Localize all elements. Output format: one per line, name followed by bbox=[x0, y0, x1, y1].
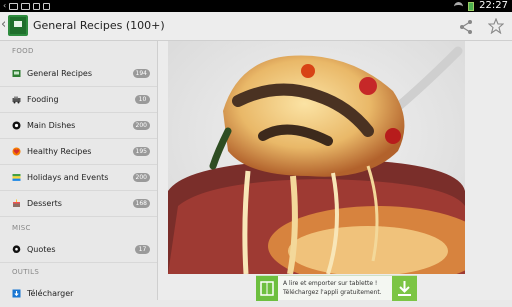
count-badge: 200 bbox=[132, 121, 150, 130]
sidebar-item-label: Healthy Recipes bbox=[27, 147, 92, 156]
section-header-outils: OUTILS bbox=[12, 268, 40, 276]
section-header-misc: MISC bbox=[12, 224, 31, 232]
recipe-photo[interactable] bbox=[168, 41, 465, 274]
count-badge: 195 bbox=[132, 147, 150, 156]
status-bar: ‹ 22:27 bbox=[0, 0, 512, 12]
sidebar-item-desserts[interactable]: Desserts 168 bbox=[0, 191, 157, 217]
notification-icon bbox=[43, 2, 51, 10]
section-header-food: FOOD bbox=[12, 47, 34, 55]
download-icon bbox=[12, 289, 21, 298]
download-icon[interactable] bbox=[392, 276, 417, 301]
up-caret-icon[interactable]: ‹ bbox=[1, 18, 6, 32]
clock: 22:27 bbox=[479, 0, 508, 11]
sidebar-item-label: Main Dishes bbox=[27, 121, 76, 130]
count-badge: 194 bbox=[132, 69, 150, 78]
wifi-icon bbox=[454, 1, 464, 11]
count-badge: 168 bbox=[132, 199, 150, 208]
banner-text: A lire et emporter sur tablette ! Téléch… bbox=[283, 279, 382, 297]
sidebar-item-label: Quotes bbox=[27, 245, 56, 254]
globe-icon bbox=[12, 121, 21, 130]
book-icon bbox=[256, 276, 278, 301]
notification-icon bbox=[33, 2, 41, 10]
sidebar-item-quotes[interactable]: Quotes 17 bbox=[0, 237, 157, 263]
sidebar-item-fooding[interactable]: Fooding 10 bbox=[0, 87, 157, 113]
heart-icon bbox=[12, 147, 21, 156]
sidebar-item-holidays-and-events[interactable]: Holidays and Events 200 bbox=[0, 165, 157, 191]
back-arrow-icon: ‹ bbox=[3, 1, 7, 10]
cake-icon bbox=[13, 199, 20, 207]
notification-icon bbox=[21, 2, 31, 10]
sidebar-item-main-dishes[interactable]: Main Dishes 200 bbox=[0, 113, 157, 139]
count-badge: 200 bbox=[132, 173, 150, 182]
flag-icon bbox=[12, 174, 21, 181]
star-icon[interactable] bbox=[488, 18, 504, 34]
sidebar-item-label: General Recipes bbox=[27, 69, 92, 78]
tv-icon bbox=[12, 70, 21, 77]
banner-line-2: Téléchargez l'appli gratuitement. bbox=[283, 289, 382, 296]
count-badge: 17 bbox=[135, 245, 150, 254]
count-badge: 10 bbox=[135, 95, 150, 104]
car-icon bbox=[12, 96, 21, 104]
sidebar-item-general-recipes[interactable]: General Recipes 194 bbox=[0, 61, 157, 87]
sidebar: FOOD General Recipes 194 Fooding 10 Main… bbox=[0, 41, 158, 300]
banner-line-1: A lire et emporter sur tablette ! bbox=[283, 280, 378, 287]
sidebar-item-telecharger[interactable]: Télécharger bbox=[0, 281, 157, 307]
sidebar-item-label: Télécharger bbox=[27, 289, 74, 298]
action-bar: ‹ General Recipes (100+) bbox=[0, 12, 512, 41]
page-title: General Recipes (100+) bbox=[33, 19, 165, 32]
sidebar-item-label: Fooding bbox=[27, 95, 59, 104]
main-content bbox=[158, 41, 512, 300]
battery-icon bbox=[468, 1, 475, 11]
share-icon[interactable] bbox=[458, 19, 474, 35]
sidebar-item-label: Desserts bbox=[27, 199, 62, 208]
sidebar-item-label: Holidays and Events bbox=[27, 173, 109, 182]
sidebar-item-healthy-recipes[interactable]: Healthy Recipes 195 bbox=[0, 139, 157, 165]
chat-icon bbox=[12, 245, 21, 253]
notification-icons: ‹ bbox=[3, 0, 51, 12]
notification-icon bbox=[9, 2, 19, 10]
ad-banner[interactable]: A lire et emporter sur tablette ! Téléch… bbox=[256, 275, 417, 301]
app-icon[interactable] bbox=[8, 15, 28, 36]
